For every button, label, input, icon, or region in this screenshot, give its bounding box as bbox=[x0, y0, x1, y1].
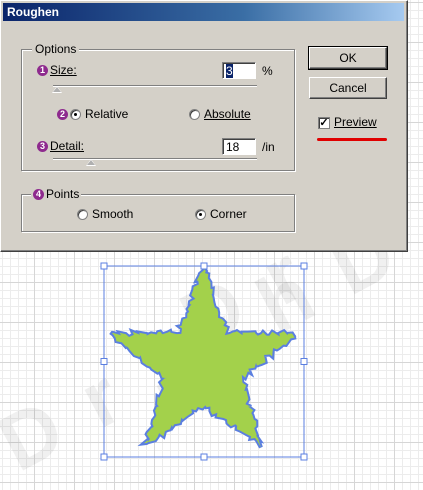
detail-input[interactable]: 18 bbox=[222, 138, 256, 155]
points-radio-smooth[interactable]: Smooth bbox=[77, 207, 133, 221]
roughened-star-shape[interactable] bbox=[109, 266, 297, 449]
selection-handle[interactable] bbox=[300, 453, 308, 461]
detail-slider-track[interactable] bbox=[53, 158, 257, 160]
points-radio-corner[interactable]: Corner bbox=[195, 207, 247, 221]
mode-radio-absolute[interactable]: Absolute bbox=[189, 107, 251, 121]
selection-handle[interactable] bbox=[300, 358, 308, 365]
options-legend: Options bbox=[32, 42, 80, 56]
size-unit: % bbox=[262, 64, 273, 78]
selection-handle[interactable] bbox=[100, 453, 108, 461]
cancel-button[interactable]: Cancel bbox=[309, 77, 387, 99]
roughen-dialog: Roughen Options 1 Size: 3 % 2 Relative Abs… bbox=[0, 0, 408, 252]
smooth-label: Smooth bbox=[92, 207, 134, 221]
preview-label: Preview bbox=[334, 115, 377, 129]
badge-1-icon: 1 bbox=[37, 65, 48, 77]
corner-radio-icon[interactable] bbox=[195, 209, 206, 221]
absolute-label: Absolute bbox=[204, 107, 251, 121]
badge-2-icon: 2 bbox=[57, 109, 68, 121]
size-input[interactable]: 3 bbox=[222, 62, 256, 79]
preview-checkbox[interactable]: ✓ Preview bbox=[318, 115, 377, 129]
badge-4-icon: 4 bbox=[33, 189, 44, 201]
relative-radio-icon[interactable] bbox=[70, 109, 81, 121]
size-label: Size: bbox=[50, 63, 77, 77]
size-slider-thumb[interactable] bbox=[52, 86, 62, 93]
detail-label: Detail: bbox=[50, 139, 85, 153]
dialog-title[interactable]: Roughen bbox=[3, 3, 404, 21]
absolute-radio-icon[interactable] bbox=[189, 109, 200, 121]
relative-label: Relative bbox=[85, 107, 129, 121]
size-value: 3 bbox=[226, 64, 233, 78]
detail-unit: /in bbox=[262, 140, 275, 154]
selection-handle[interactable] bbox=[300, 262, 308, 270]
size-slider-track[interactable] bbox=[53, 85, 257, 87]
selection-handle[interactable] bbox=[200, 453, 208, 461]
selection-handle[interactable] bbox=[200, 262, 208, 270]
size-label-row: 1 Size: bbox=[37, 63, 77, 77]
detail-slider-thumb[interactable] bbox=[86, 159, 96, 166]
selection-handle[interactable] bbox=[100, 262, 108, 270]
points-legend: 4 Points bbox=[31, 187, 82, 201]
badge-3-icon: 3 bbox=[37, 141, 48, 153]
preview-annotation-underline bbox=[317, 138, 387, 141]
detail-label-row: 3 Detail: bbox=[37, 139, 84, 153]
mode-radio-relative[interactable]: 2 Relative bbox=[57, 107, 128, 121]
corner-label: Corner bbox=[210, 207, 247, 221]
checkbox-check-icon[interactable]: ✓ bbox=[318, 116, 330, 129]
smooth-radio-icon[interactable] bbox=[77, 209, 88, 221]
points-legend-label: Points bbox=[46, 187, 80, 201]
selection-handle[interactable] bbox=[100, 358, 108, 365]
ok-button[interactable]: OK bbox=[308, 46, 388, 70]
